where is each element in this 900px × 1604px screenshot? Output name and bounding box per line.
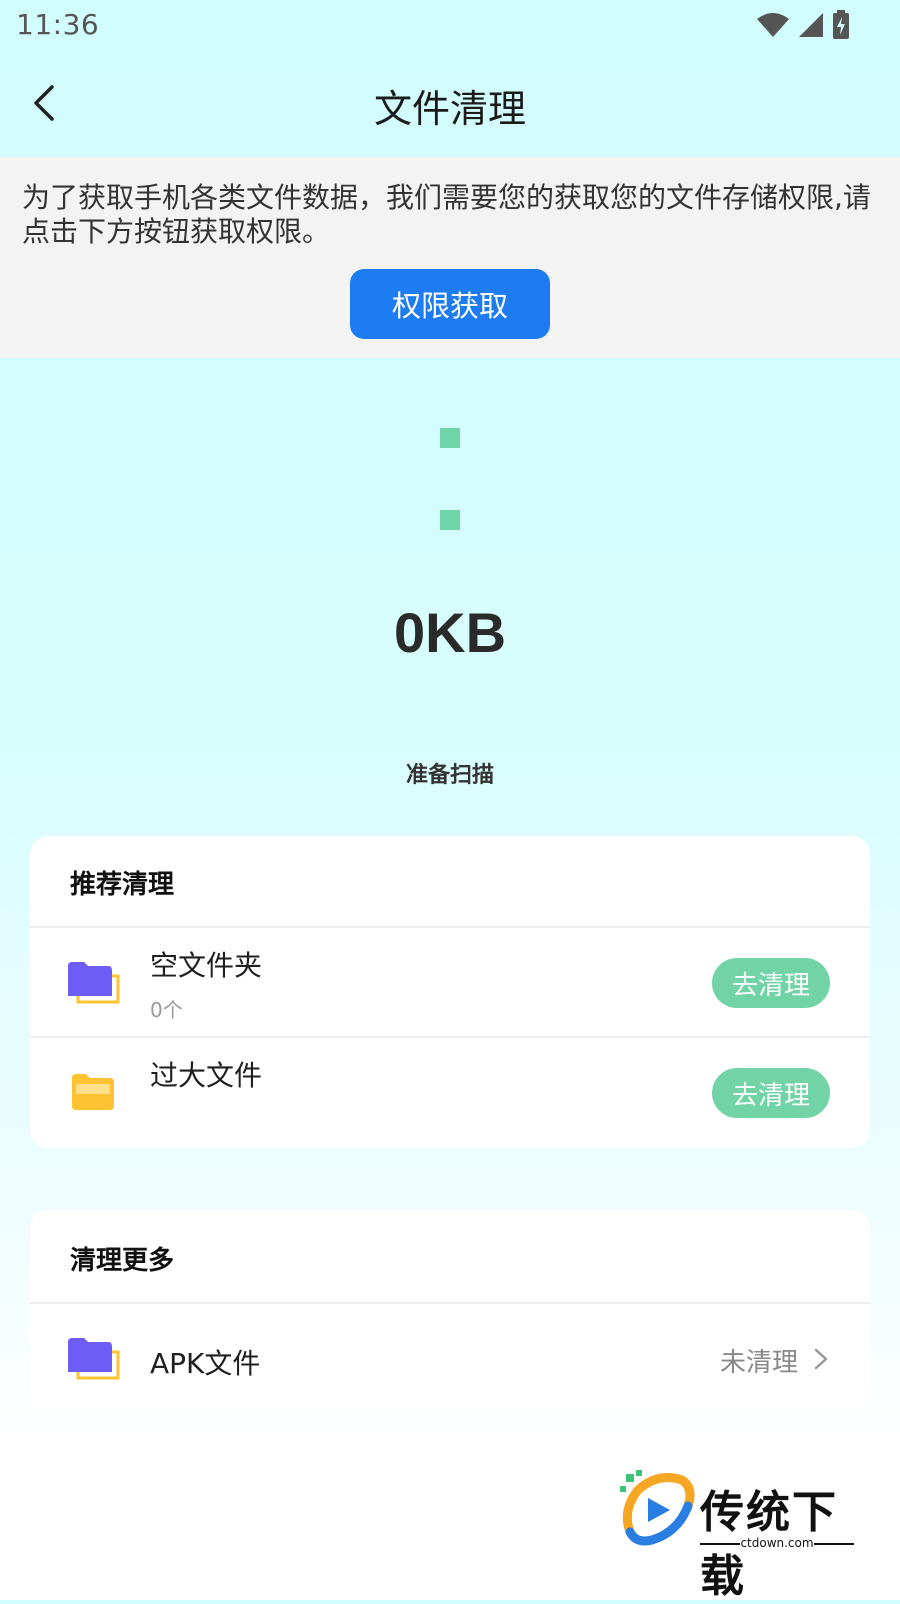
clean-button[interactable]: 去清理 [712, 1068, 830, 1118]
recommended-clean-card: 推荐清理 空文件夹 0个 去清理 过大文件 去清理 [30, 836, 870, 1148]
item-name: 空文件夹 [150, 949, 263, 982]
status-time: 11:36 [16, 8, 100, 41]
watermark-logo: 传统下载 ctdown.com [618, 1470, 868, 1602]
watermark-rule [814, 1543, 854, 1545]
battery-icon [832, 10, 850, 44]
scan-indicator-dot [440, 428, 460, 448]
list-item-apk-files[interactable]: APK文件 未清理 [30, 1304, 870, 1414]
folder-purple-icon [68, 1338, 120, 1384]
status-icons [756, 10, 850, 44]
card-title: 推荐清理 [70, 870, 175, 900]
page-title: 文件清理 [373, 87, 526, 131]
signal-icon [798, 12, 824, 42]
list-item-empty-folder[interactable]: 空文件夹 0个 去清理 [30, 928, 870, 1038]
app-header: 文件清理 [0, 52, 900, 156]
card-title: 清理更多 [70, 1246, 175, 1276]
permission-panel: 为了获取手机各类文件数据，我们需要您的获取您的文件存储权限,请点击下方按钮获取权… [0, 157, 900, 358]
clean-more-card: 清理更多 APK文件 未清理 [30, 1210, 870, 1410]
folder-yellow-icon [72, 1074, 114, 1114]
list-item-large-files[interactable]: 过大文件 去清理 [30, 1038, 870, 1148]
item-count: 0个 [150, 998, 183, 1022]
item-status: 未清理 [719, 1348, 798, 1378]
status-bar: 11:36 [0, 0, 900, 52]
permission-message: 为了获取手机各类文件数据，我们需要您的获取您的文件存储权限,请点击下方按钮获取权… [22, 181, 871, 248]
junk-size-value: 0KB [393, 601, 507, 664]
clean-button[interactable]: 去清理 [712, 958, 830, 1008]
wifi-icon [756, 11, 790, 43]
brand-logo-icon [620, 1470, 695, 1546]
item-name: 过大文件 [150, 1059, 263, 1092]
scan-status: 准备扫描 [405, 763, 494, 788]
grant-permission-button[interactable]: 权限获取 [350, 269, 550, 339]
folder-purple-icon [68, 962, 120, 1008]
chevron-right-icon [814, 1348, 828, 1370]
item-name: APK文件 [150, 1347, 261, 1380]
scan-indicator-dot [440, 510, 460, 530]
